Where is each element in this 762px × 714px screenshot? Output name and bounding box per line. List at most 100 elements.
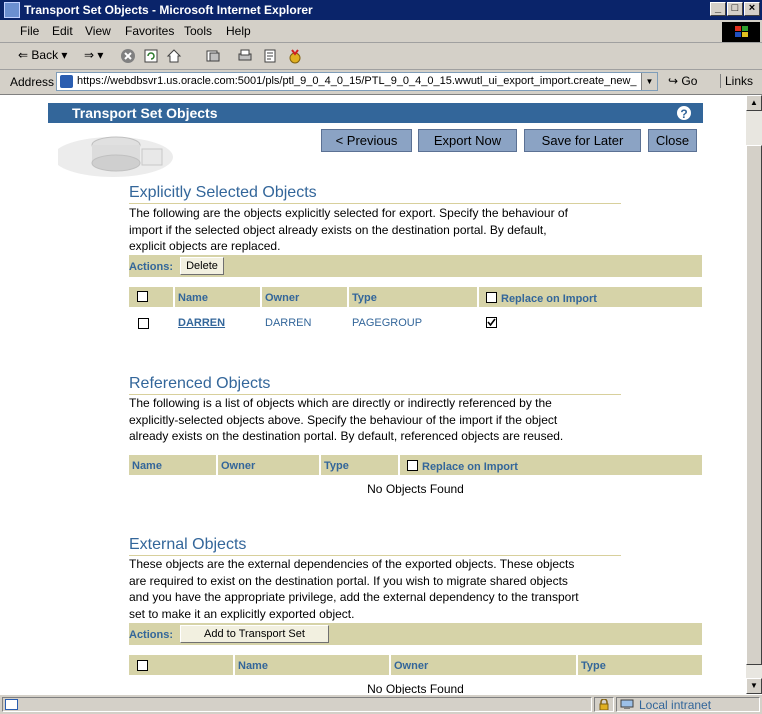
portal-logo-icon	[58, 136, 173, 177]
external-section-title: External Objects	[129, 536, 247, 553]
go-arrow-icon: ↪	[668, 74, 679, 88]
select-all-checkbox[interactable]	[137, 291, 148, 302]
object-name-link[interactable]: DARREN	[178, 317, 225, 329]
delete-button[interactable]: Delete	[180, 257, 224, 275]
col-name-label: Name	[238, 660, 268, 672]
external-description: These objects are the external dependenc…	[129, 556, 629, 622]
back-button[interactable]: ⇐ Back ▾	[18, 48, 67, 62]
external-actions-bar: Actions: Add to Transport Set	[129, 623, 702, 645]
referenced-desc-line: already exists on the destination portal…	[129, 429, 564, 443]
print-icon[interactable]	[237, 48, 253, 64]
help-icon[interactable]: ?	[676, 105, 692, 121]
referenced-section-title: Referenced Objects	[129, 375, 271, 392]
external-empty-message: No Objects Found	[367, 682, 464, 694]
address-label: Address	[10, 75, 55, 89]
page-title: Transport Set Objects	[72, 105, 218, 121]
col-type-label: Type	[581, 660, 606, 672]
referenced-replace-all-checkbox[interactable]	[407, 460, 418, 471]
links-button[interactable]: Links	[720, 74, 753, 88]
intranet-icon	[620, 699, 634, 709]
menu-file[interactable]: File	[20, 24, 39, 38]
ie-window-icon	[4, 2, 20, 18]
external-select-all-header	[129, 655, 233, 675]
windows-logo-icon	[722, 22, 760, 42]
page-done-icon	[5, 699, 18, 710]
window-title: Transport Set Objects - Microsoft Intern…	[24, 3, 313, 17]
browser-toolbar: ⇐ Back ▾ ⇒ ▾	[0, 43, 762, 70]
col-owner-label: Owner	[394, 660, 429, 672]
address-bar: Address https://webdbsvr1.us.oracle.com:…	[0, 70, 762, 95]
explicit-actions-label: Actions:	[129, 261, 173, 273]
forward-button[interactable]: ⇒ ▾	[84, 48, 103, 62]
go-label: Go	[681, 74, 698, 88]
media-icon[interactable]	[205, 48, 221, 64]
refresh-icon[interactable]	[143, 48, 159, 64]
explicit-section-title: Explicitly Selected Objects	[129, 184, 317, 201]
col-owner-label: Owner	[221, 460, 256, 472]
vertical-scrollbar[interactable]: ▲ ▼	[746, 95, 762, 694]
explicit-col-replace: Replace on Import	[479, 287, 702, 307]
close-button[interactable]: Close	[648, 129, 697, 152]
address-input[interactable]: https://webdbsvr1.us.oracle.com:5001/pls…	[56, 72, 658, 91]
menu-tools[interactable]: Tools	[184, 24, 212, 38]
page-content: Transport Set Objects ? < Previous Expor…	[0, 95, 746, 694]
back-label: Back	[31, 48, 59, 62]
external-desc-line: are required to exist on the destination…	[129, 573, 568, 588]
window-titlebar: Transport Set Objects - Microsoft Intern…	[0, 0, 762, 20]
referenced-col-type: Type	[321, 455, 398, 475]
explicit-col-type: Type	[349, 287, 477, 307]
referenced-col-name: Name	[129, 455, 216, 475]
menu-favorites[interactable]: Favorites	[125, 24, 174, 38]
explicit-desc-line: The following are the objects explicitly…	[129, 206, 568, 220]
lock-icon	[599, 699, 609, 710]
explicit-divider	[129, 203, 621, 204]
close-window-button[interactable]: ×	[744, 2, 760, 16]
object-owner: DARREN	[265, 317, 312, 329]
scroll-down-icon[interactable]: ▼	[746, 678, 762, 694]
security-lock-cell	[594, 697, 614, 712]
go-button[interactable]: ↪ Go	[668, 74, 697, 88]
scroll-up-icon[interactable]: ▲	[746, 95, 762, 111]
add-to-transport-set-button[interactable]: Add to Transport Set	[180, 625, 329, 643]
export-now-button[interactable]: Export Now	[418, 129, 517, 152]
minimize-button[interactable]: _	[710, 2, 726, 16]
referenced-empty-message: No Objects Found	[367, 482, 464, 496]
explicit-col-name: Name	[175, 287, 260, 307]
menu-view[interactable]: View	[85, 24, 111, 38]
status-bar: Local intranet	[0, 694, 762, 714]
edit-page-icon[interactable]	[262, 48, 278, 64]
checkmark-icon	[487, 318, 496, 327]
external-actions-label: Actions:	[129, 629, 173, 641]
replace-all-checkbox[interactable]	[486, 292, 497, 303]
menu-edit[interactable]: Edit	[52, 24, 73, 38]
status-message	[2, 697, 592, 712]
address-dropdown-icon[interactable]: ▼	[641, 73, 657, 90]
messenger-icon[interactable]	[287, 48, 303, 64]
external-desc-line: These objects are the external dependenc…	[129, 557, 575, 571]
referenced-col-owner: Owner	[218, 455, 319, 475]
home-icon[interactable]	[166, 48, 182, 64]
referenced-col-replace: Replace on Import	[400, 455, 702, 475]
explicit-description: The following are the objects explicitly…	[129, 205, 629, 255]
replace-on-import-checkbox[interactable]	[486, 317, 497, 328]
external-col-name: Name	[235, 655, 389, 675]
col-type-label: Type	[352, 292, 377, 304]
scroll-thumb[interactable]	[746, 145, 762, 665]
col-name-label: Name	[178, 292, 208, 304]
stop-icon[interactable]	[120, 48, 136, 64]
maximize-button[interactable]: □	[727, 2, 743, 16]
explicit-select-all-header	[129, 287, 173, 307]
row-select-checkbox[interactable]	[138, 318, 149, 329]
save-for-later-button[interactable]: Save for Later	[524, 129, 641, 152]
ie-page-icon	[60, 75, 73, 88]
address-url: https://webdbsvr1.us.oracle.com:5001/pls…	[77, 75, 637, 87]
external-desc-line: set to make it an explicitly exported ob…	[129, 606, 355, 621]
explicit-desc-line: explicit objects are replaced.	[129, 239, 281, 253]
menu-help[interactable]: Help	[226, 24, 251, 38]
previous-button[interactable]: < Previous	[321, 129, 412, 152]
external-col-owner: Owner	[391, 655, 576, 675]
col-type-label: Type	[324, 460, 349, 472]
back-arrow-icon: ⇐	[18, 48, 29, 62]
zone-label: Local intranet	[639, 698, 712, 712]
external-select-all-checkbox[interactable]	[137, 660, 148, 671]
